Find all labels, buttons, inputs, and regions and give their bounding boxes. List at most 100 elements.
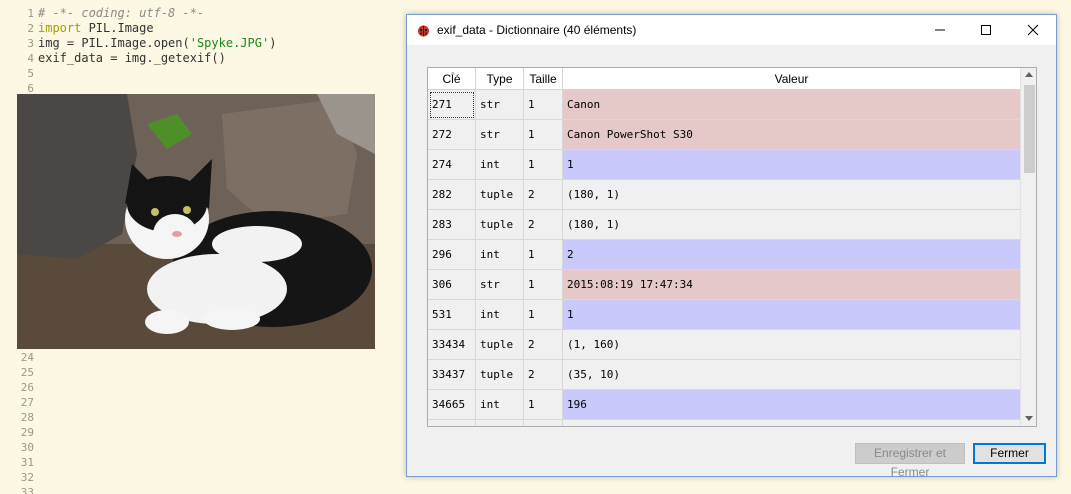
table-row[interactable]: 296 int 1 2 — [428, 240, 1020, 270]
cell-key[interactable]: 272 — [428, 120, 476, 150]
code-line[interactable]: img = PIL.Image.open('Spyke.JPG') — [38, 36, 276, 50]
scroll-down-icon[interactable] — [1025, 416, 1033, 421]
cell-size[interactable]: 2 — [524, 330, 563, 360]
minimize-button[interactable] — [917, 15, 963, 45]
maximize-icon — [981, 25, 991, 35]
cell-key[interactable]: 271 — [428, 90, 476, 120]
table-row[interactable]: 306 str 1 2015:08:19 17:47:34 — [428, 270, 1020, 300]
line-number: 2 — [27, 22, 34, 35]
line-number: 3 — [27, 37, 34, 50]
cell-type[interactable]: tuple — [476, 360, 524, 390]
cell-type[interactable]: str — [476, 90, 524, 120]
line-number: 33 — [20, 486, 34, 494]
table-row[interactable]: 272 str 1 Canon PowerShot S30 — [428, 120, 1020, 150]
cell-value[interactable]: 1 — [563, 150, 1020, 180]
code-token: exif_data = img._getexif() — [38, 51, 226, 65]
cell-type[interactable]: int — [476, 390, 524, 420]
cell-size[interactable]: 2 — [524, 210, 563, 240]
cell-key[interactable]: 282 — [428, 180, 476, 210]
code-token: PIL.Image — [81, 21, 154, 35]
cell-key[interactable]: 33437 — [428, 360, 476, 390]
cell-type[interactable]: str — [476, 120, 524, 150]
table-row[interactable]: 33437 tuple 2 (35, 10) — [428, 360, 1020, 390]
cell-type[interactable]: tuple — [476, 180, 524, 210]
scrollbar-thumb[interactable] — [1024, 85, 1035, 173]
line-number: 25 — [20, 366, 34, 379]
cell-value[interactable]: 2015:08:19 17:47:34 — [563, 270, 1020, 300]
title-bar[interactable]: exif_data - Dictionnaire (40 éléments) — [407, 15, 1056, 45]
column-header-size[interactable]: Taille — [524, 68, 563, 90]
table-row[interactable]: 283 tuple 2 (180, 1) — [428, 210, 1020, 240]
line-number: 26 — [20, 381, 34, 394]
exif-table[interactable]: ^ Clé Type Taille Valeur 271 str 1 Canon 272… — [427, 67, 1037, 427]
cell-size[interactable] — [524, 420, 563, 426]
table-row[interactable] — [428, 420, 1020, 426]
vertical-scrollbar[interactable] — [1020, 68, 1036, 426]
save-and-close-button[interactable]: Enregistrer et Fermer — [855, 443, 965, 479]
cell-size[interactable]: 1 — [524, 240, 563, 270]
column-header-key[interactable]: ^ Clé — [428, 68, 476, 90]
ladybug-icon — [418, 25, 429, 37]
cell-value[interactable]: (1, 160) — [563, 330, 1020, 360]
line-number: 4 — [27, 52, 34, 65]
cell-value[interactable]: (35, 10) — [563, 360, 1020, 390]
table-row[interactable]: 531 int 1 1 — [428, 300, 1020, 330]
cell-key[interactable]: 283 — [428, 210, 476, 240]
table-row[interactable]: 274 int 1 1 — [428, 150, 1020, 180]
code-line[interactable]: import PIL.Image — [38, 21, 154, 35]
table-row[interactable]: 282 tuple 2 (180, 1) — [428, 180, 1020, 210]
cell-size[interactable]: 1 — [524, 150, 563, 180]
sort-ascending-icon: ^ — [451, 71, 455, 80]
code-token: # -*- coding: utf-8 -*- — [38, 6, 205, 20]
cell-size[interactable]: 1 — [524, 120, 563, 150]
close-button[interactable]: Fermer — [973, 443, 1046, 464]
code-line[interactable]: exif_data = img._getexif() — [38, 51, 226, 65]
cell-type[interactable]: tuple — [476, 330, 524, 360]
line-number: 31 — [20, 456, 34, 469]
cell-value[interactable]: Canon — [563, 90, 1020, 120]
cell-size[interactable]: 1 — [524, 270, 563, 300]
cell-key[interactable]: 296 — [428, 240, 476, 270]
table-row[interactable]: 33434 tuple 2 (1, 160) — [428, 330, 1020, 360]
line-number: 29 — [20, 426, 34, 439]
code-line[interactable]: # -*- coding: utf-8 -*- — [38, 6, 204, 20]
cell-size[interactable]: 2 — [524, 360, 563, 390]
cell-key[interactable] — [428, 420, 476, 426]
cell-value[interactable]: (180, 1) — [563, 180, 1020, 210]
code-token: 'Spyke.JPG' — [189, 36, 270, 50]
cell-value[interactable]: 2 — [563, 240, 1020, 270]
cell-value[interactable]: Canon PowerShot S30 — [563, 120, 1020, 150]
table-row[interactable]: 34665 int 1 196 — [428, 390, 1020, 420]
cell-type[interactable]: int — [476, 300, 524, 330]
cell-type[interactable] — [476, 420, 524, 426]
column-header-type[interactable]: Type — [476, 68, 524, 90]
cell-type[interactable]: int — [476, 240, 524, 270]
cell-size[interactable]: 1 — [524, 300, 563, 330]
cell-type[interactable]: int — [476, 150, 524, 180]
cell-value[interactable]: (180, 1) — [563, 210, 1020, 240]
close-icon — [1027, 24, 1039, 36]
maximize-button[interactable] — [963, 15, 1009, 45]
code-token: import — [38, 21, 82, 35]
cell-size[interactable]: 1 — [524, 390, 563, 420]
cell-size[interactable]: 1 — [524, 90, 563, 120]
line-number: 32 — [20, 471, 34, 484]
cell-size[interactable]: 2 — [524, 180, 563, 210]
cell-value[interactable] — [563, 420, 1020, 426]
cell-key[interactable]: 34665 — [428, 390, 476, 420]
scroll-up-icon[interactable] — [1025, 72, 1033, 77]
cell-type[interactable]: tuple — [476, 210, 524, 240]
cell-key[interactable]: 274 — [428, 150, 476, 180]
cell-key[interactable]: 306 — [428, 270, 476, 300]
dialog-title: exif_data - Dictionnaire (40 éléments) — [437, 23, 637, 37]
cell-key[interactable]: 33434 — [428, 330, 476, 360]
minimize-icon — [935, 29, 945, 31]
cell-value[interactable]: 196 — [563, 390, 1020, 420]
code-token: ) — [269, 36, 277, 50]
table-row[interactable]: 271 str 1 Canon — [428, 90, 1020, 120]
column-header-value[interactable]: Valeur — [563, 68, 1020, 90]
cell-key[interactable]: 531 — [428, 300, 476, 330]
cell-type[interactable]: str — [476, 270, 524, 300]
cell-value[interactable]: 1 — [563, 300, 1020, 330]
close-window-button[interactable] — [1010, 15, 1056, 45]
